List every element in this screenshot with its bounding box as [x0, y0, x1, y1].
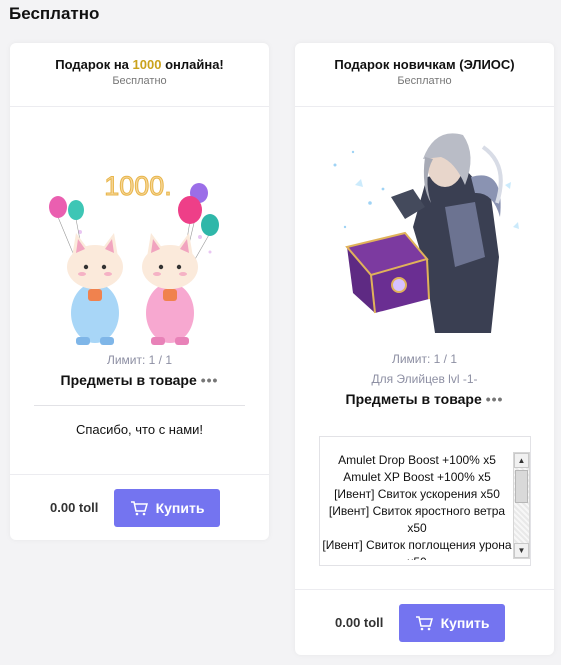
card-title: Подарок на 1000 онлайна!: [10, 57, 269, 72]
card-header: Подарок на 1000 онлайна! Бесплатно: [10, 43, 269, 107]
list-item: [Ивент] Свиток ускорения x50: [334, 487, 500, 501]
more-dots-icon: •••: [485, 391, 504, 407]
card-footer: 0.00 toll Купить: [295, 589, 554, 655]
banner-1000-text: 1000.: [104, 171, 172, 201]
items-list[interactable]: Amulet Drop Boost +100% x5 Amulet XP Boo…: [320, 452, 514, 560]
treasure-chest: [345, 231, 430, 314]
scroll-down-arrow-icon[interactable]: ▼: [514, 543, 529, 558]
cart-icon: [415, 615, 433, 630]
card-description: Спасибо, что с нами!: [75, 422, 204, 437]
list-item: [Ивент] Свиток поглощения урона x50: [322, 538, 512, 560]
buy-button[interactable]: Купить: [114, 488, 220, 527]
product-card-1000-online: Подарок на 1000 онлайна! Бесплатно 1000.: [10, 43, 269, 540]
list-item: Amulet XP Boost +100% x5: [343, 470, 491, 484]
title-number: 1000: [132, 57, 162, 72]
items-toggle[interactable]: Предметы в товаре •••: [10, 372, 269, 388]
product-image: 1000.: [10, 107, 269, 353]
card-header: Подарок новичкам (ЭЛИОС) Бесплатно: [295, 43, 554, 107]
list-item: Amulet Drop Boost +100% x5: [338, 453, 496, 467]
cats-balloons-illustration: 1000.: [49, 171, 219, 345]
items-scrollbar[interactable]: ▲ ▼: [513, 452, 530, 559]
buy-button-label: Купить: [155, 499, 205, 516]
buy-button-label: Купить: [440, 614, 490, 631]
limit-text: Лимит: 1 / 1: [106, 353, 173, 367]
warrior-chest-illustration: [333, 133, 519, 333]
list-item: [Ивент] Свиток яростного ветра x50: [328, 504, 506, 535]
cat-pink: [142, 233, 198, 345]
card-subtitle: Бесплатно: [397, 75, 452, 87]
requirement-text: Для Элийцев lvl -1-: [371, 372, 478, 386]
divider: [320, 436, 530, 437]
card-title: Подарок новичкам (ЭЛИОС): [334, 57, 515, 72]
price: 0.00 toll: [50, 500, 99, 515]
items-title: Предметы в товаре: [60, 372, 197, 388]
items-toggle[interactable]: Предметы в товаре •••: [295, 391, 554, 407]
scrollbar-thumb[interactable]: [515, 470, 528, 503]
cat-blue: [67, 233, 123, 345]
card-footer: 0.00 toll Купить: [10, 474, 269, 540]
title-suffix: онлайна!: [161, 57, 224, 72]
items-list-box: Amulet Drop Boost +100% x5 Amulet XP Boo…: [319, 436, 531, 566]
product-image: [295, 107, 554, 333]
card-subtitle: Бесплатно: [112, 75, 167, 87]
limit-text: Лимит: 1 / 1: [391, 352, 458, 366]
price: 0.00 toll: [335, 615, 384, 630]
section-title: Бесплатно: [9, 4, 100, 23]
items-title: Предметы в товаре: [345, 391, 482, 407]
title-prefix: Подарок на: [55, 57, 133, 72]
cart-icon: [130, 500, 148, 515]
more-dots-icon: •••: [200, 372, 219, 388]
divider: [34, 405, 245, 406]
scroll-up-arrow-icon[interactable]: ▲: [514, 453, 529, 468]
buy-button[interactable]: Купить: [399, 603, 505, 642]
product-card-newbie-elyos: Подарок новичкам (ЭЛИОС) Бесплатно Лимит…: [295, 43, 554, 655]
